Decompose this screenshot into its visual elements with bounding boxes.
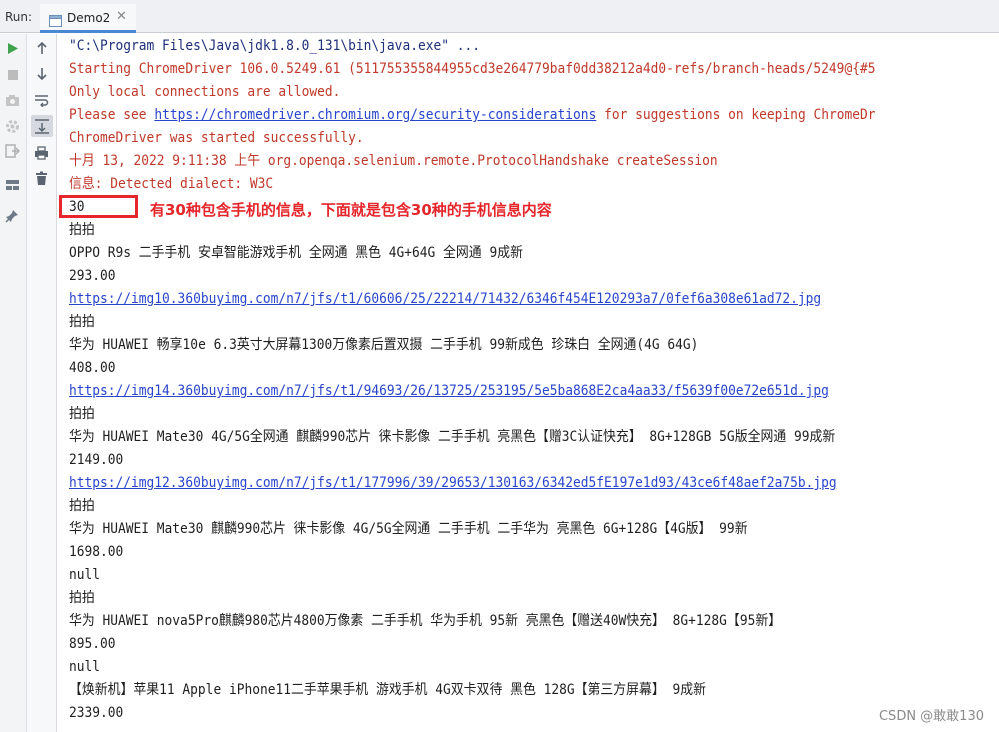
csdn-watermark: CSDN @敢敢130 [878, 709, 984, 724]
console-line-price: 408.00 [69, 360, 116, 376]
console-line-null: null [69, 567, 101, 583]
security-considerations-link[interactable]: https://chromedriver.chromium.org/securi… [154, 107, 596, 123]
console-line-price: 1698.00 [69, 544, 124, 560]
suggestions-text: for suggestions on keeping ChromeDr [604, 107, 876, 123]
console-line-local-connections: Only local connections are allowed. [69, 84, 341, 100]
console-line-image-link[interactable]: https://img12.360buyimg.com/n7/jfs/t1/17… [69, 473, 837, 493]
console-line-product-title: 【焕新机】苹果11 Apple iPhone11二手苹果手机 游戏手机 4G双卡… [69, 682, 707, 698]
console-line-shop: 拍拍 [69, 498, 95, 514]
console-line-shop: 拍拍 [69, 314, 95, 330]
console-line-image-link[interactable]: https://img10.360buyimg.com/n7/jfs/t1/60… [69, 289, 821, 309]
layout-icon[interactable] [5, 179, 20, 191]
print-icon[interactable] [34, 146, 49, 160]
tab-close-icon[interactable]: ✕ [116, 9, 127, 24]
annotation-text: 有30种包含手机的信息，下面就是包含30种的手机信息内容 [150, 201, 552, 219]
console-line-price: 2339.00 [69, 705, 124, 721]
console-line-product-title: OPPO R9s 二手手机 安卓智能游戏手机 全网通 黑色 4G+64G 全网通… [69, 245, 523, 261]
console-line-null: null [69, 659, 101, 675]
arrow-down-icon[interactable] [35, 67, 49, 81]
console-tab-icon [49, 12, 62, 27]
arrow-up-icon[interactable] [35, 41, 49, 55]
console-line-starting-chromedriver: Starting ChromeDriver 106.0.5249.61 (511… [69, 61, 876, 77]
exit-icon[interactable] [5, 144, 20, 158]
run-toolbar [0, 34, 27, 732]
console-line-java-command: "C:\Program Files\Java\jdk1.8.0_131\bin\… [69, 38, 480, 54]
console-line-handshake: 十月 13, 2022 9:11:38 上午 org.openqa.seleni… [69, 153, 718, 169]
settings-icon[interactable] [5, 119, 20, 134]
soft-wrap-icon[interactable] [34, 93, 49, 107]
run-label: Run: [5, 10, 33, 24]
console-output[interactable]: "C:\Program Files\Java\jdk1.8.0_131\bin\… [57, 34, 999, 732]
console-line-shop: 拍拍 [69, 590, 95, 606]
console-line-product-title: 华为 HUAWEI nova5Pro麒麟980芯片4800万像素 二手手机 华为… [69, 613, 782, 629]
scroll-to-end-icon[interactable] [31, 115, 53, 137]
run-icon[interactable] [7, 42, 19, 55]
console-line-image-link[interactable]: https://img14.360buyimg.com/n7/jfs/t1/94… [69, 381, 829, 401]
count-highlight-box [59, 195, 138, 218]
run-tab-bar: Run: Demo2 ✕ [0, 0, 999, 33]
please-see-text: Please see [69, 107, 147, 123]
console-toolbar [27, 34, 57, 732]
console-line-dialect: 信息: Detected dialect: W3C [69, 176, 274, 192]
console-line-price: 293.00 [69, 268, 116, 284]
console-line-shop: 拍拍 [69, 406, 95, 422]
console-line-started-successfully: ChromeDriver was started successfully. [69, 130, 364, 146]
console-line-shop: 拍拍 [69, 222, 95, 238]
tab-demo2[interactable]: Demo2 ✕ [40, 4, 136, 33]
console-line-product-title: 华为 HUAWEI 畅享10e 6.3英寸大屏幕1300万像素后置双摄 二手手机… [69, 337, 699, 353]
pin-icon[interactable] [5, 209, 19, 223]
camera-icon[interactable] [5, 94, 20, 107]
console-line-product-title: 华为 HUAWEI Mate30 麒麟990芯片 徕卡影像 4G/5G全网通 二… [69, 521, 748, 537]
tab-label: Demo2 [67, 11, 111, 25]
trash-icon[interactable] [35, 171, 48, 186]
console-line-price: 895.00 [69, 636, 116, 652]
stop-icon[interactable] [7, 69, 19, 81]
console-line-please-see: Please see https://chromedriver.chromium… [69, 105, 875, 125]
console-line-price: 2149.00 [69, 452, 124, 468]
console-line-product-title: 华为 HUAWEI Mate30 4G/5G全网通 麒麟990芯片 徕卡影像 二… [69, 429, 836, 445]
